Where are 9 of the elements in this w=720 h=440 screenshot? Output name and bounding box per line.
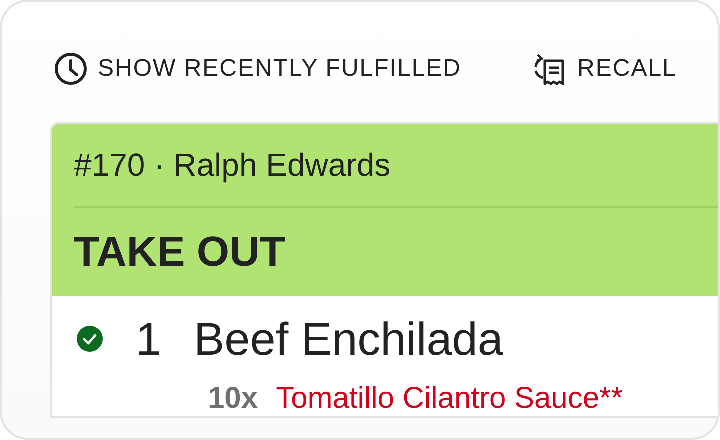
- order-title: #170 · Ralph Edwards: [74, 146, 391, 184]
- show-fulfilled-button[interactable]: SHOW RECENTLY FULFILLED: [54, 52, 462, 86]
- modifier-quantity: 10x: [208, 382, 258, 416]
- service-type: TAKE OUT: [74, 228, 286, 276]
- modifier-name: Tomatillo Cilantro Sauce**: [276, 382, 623, 416]
- item-name: Beef Enchilada: [194, 312, 504, 366]
- clock-icon: [54, 52, 88, 86]
- item-quantity: 1: [136, 312, 163, 366]
- recall-button[interactable]: RECALL: [532, 51, 677, 87]
